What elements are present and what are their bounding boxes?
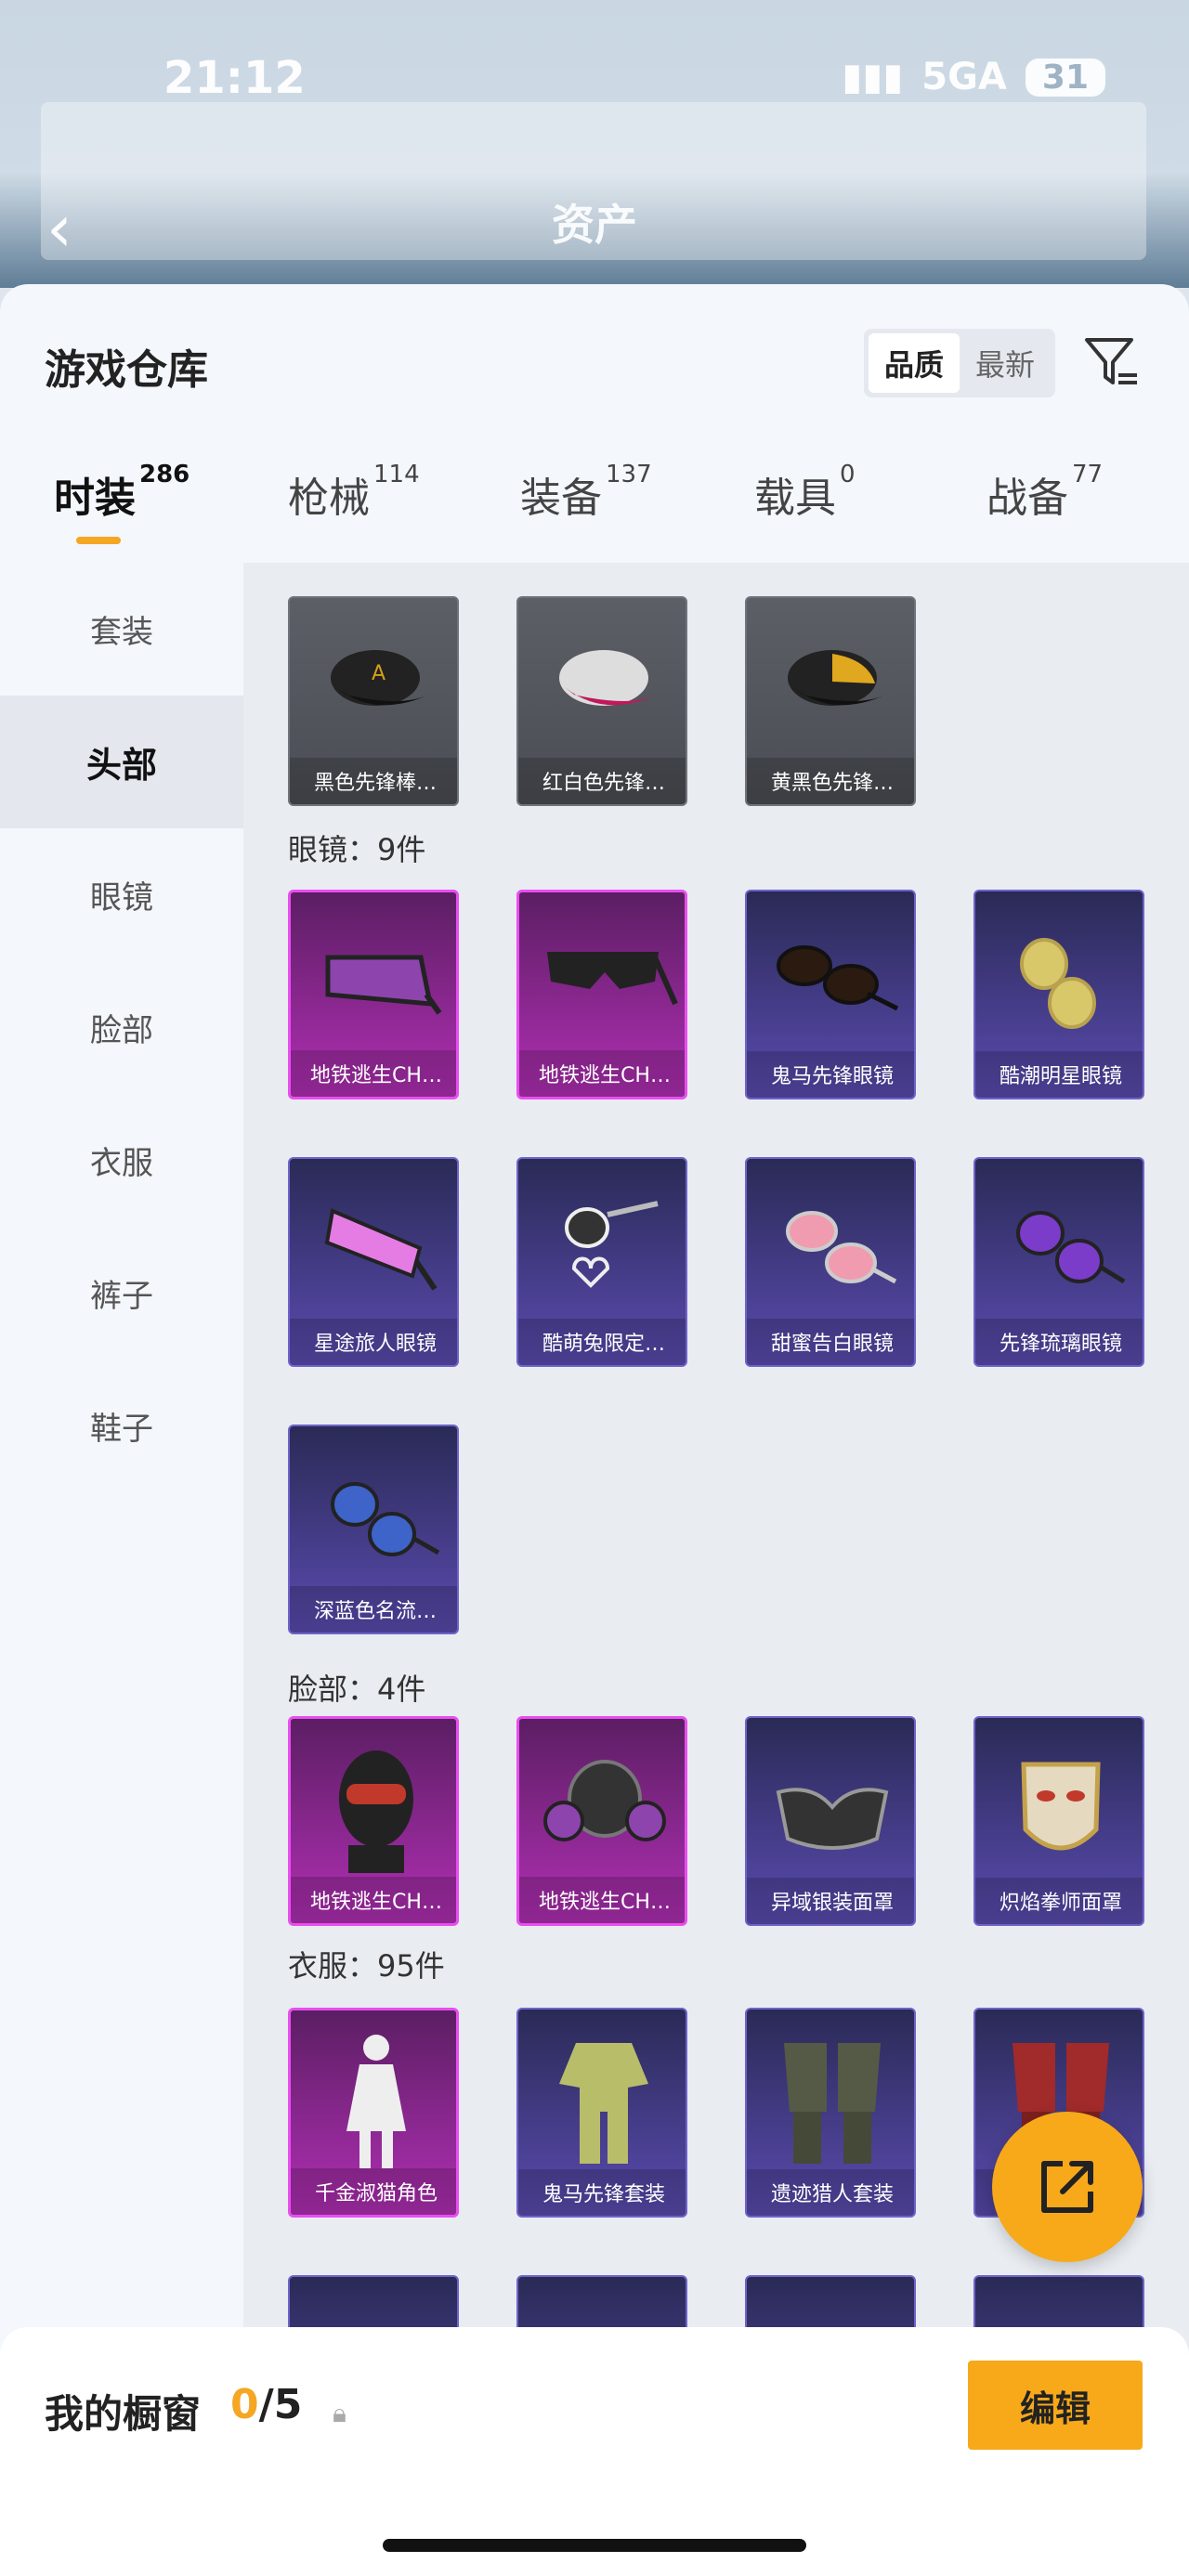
item-label: 炽焰拳师面罩	[975, 1878, 1143, 1924]
sidebar-item-pants[interactable]: 裤子	[0, 1227, 243, 1360]
item-card[interactable]: 酷萌兔限定…	[516, 1157, 687, 1367]
item-card[interactable]: 先锋琉璃眼镜	[973, 1157, 1144, 1367]
status-indicators: ▮▮▮ 5GA 31	[842, 56, 1105, 98]
sidebar-item-shoes[interactable]: 鞋子	[0, 1360, 243, 1492]
filter-icon[interactable]	[1081, 332, 1141, 392]
item-card[interactable]: 遗迹猎人套装	[745, 2008, 916, 2218]
item-label: 异域银装面罩	[747, 1878, 914, 1924]
tab-active-underline	[76, 537, 121, 544]
item-card[interactable]: 酷潮明星眼镜	[973, 890, 1144, 1099]
share-fab-button[interactable]	[992, 2112, 1143, 2262]
sidebar-item-suit[interactable]: 套装	[0, 563, 243, 696]
item-label: 鬼马先锋套装	[518, 2169, 686, 2216]
item-card[interactable]: 星途旅人眼镜	[288, 1157, 459, 1367]
sidebar-item-head[interactable]: 头部	[0, 696, 243, 828]
edit-button[interactable]: 编辑	[968, 2361, 1143, 2450]
sort-toggle: 品质 最新	[864, 329, 1055, 397]
showcase-count: 0/5	[230, 2381, 303, 2428]
home-indicator	[383, 2539, 806, 2552]
item-card[interactable]: 千金淑猫角色	[288, 2008, 459, 2218]
item-label: 红白色先锋…	[518, 758, 686, 804]
section-label-glasses: 眼镜：9件	[288, 832, 426, 867]
tab-equipment[interactable]: 装备 137	[520, 461, 652, 524]
item-card[interactable]: 炽焰拳师面罩	[973, 1716, 1144, 1926]
sort-newest-button[interactable]: 最新	[960, 333, 1051, 393]
share-external-icon	[1041, 2161, 1093, 2213]
lock-icon: 🔒︎	[333, 2398, 346, 2428]
item-card[interactable]: 红白色先锋…	[516, 596, 687, 806]
item-label: 黑色先锋棒…	[290, 758, 457, 804]
item-label: 深蓝色名流…	[290, 1586, 457, 1633]
nav-title: 资产	[552, 200, 637, 250]
section-label-face: 脸部：4件	[288, 1672, 426, 1707]
item-card[interactable]: 深蓝色名流…	[288, 1425, 459, 1634]
warehouse-title: 游戏仓库	[45, 346, 208, 394]
showcase-bar: 我的橱窗 0/5 🔒︎ 编辑	[0, 2327, 1189, 2576]
category-tabs: 时装 286 枪械 114 装备 137 载具 0 战备 77	[0, 461, 1189, 566]
network-label: 5GA	[921, 56, 1007, 98]
battery-icon: 31	[1025, 58, 1105, 97]
item-label: 鬼马先锋眼镜	[747, 1051, 914, 1098]
tab-supplies[interactable]: 战备 77	[986, 461, 1103, 524]
item-label: 地铁逃生CH…	[291, 1877, 456, 1923]
item-label: 千金淑猫角色	[291, 2168, 456, 2215]
item-card[interactable]: A 黑色先锋棒…	[288, 596, 459, 806]
item-card[interactable]: 鬼马先锋套装	[516, 2008, 687, 2218]
status-time: 21:12	[163, 52, 306, 104]
tab-fashion[interactable]: 时装 286	[54, 461, 189, 524]
item-card[interactable]: 地铁逃生CH…	[516, 1716, 687, 1926]
sidebar: 套装 头部 眼镜 脸部 衣服 裤子 鞋子	[0, 563, 243, 2576]
item-label: 酷潮明星眼镜	[975, 1051, 1143, 1098]
item-label: 甜蜜告白眼镜	[747, 1319, 914, 1365]
svg-text:A: A	[372, 662, 385, 685]
item-card[interactable]: 地铁逃生CH…	[288, 890, 459, 1099]
sidebar-item-glasses[interactable]: 眼镜	[0, 828, 243, 961]
item-card[interactable]: 鬼马先锋眼镜	[745, 890, 916, 1099]
item-card[interactable]: 地铁逃生CH…	[516, 890, 687, 1099]
sidebar-item-clothes[interactable]: 衣服	[0, 1094, 243, 1227]
section-label-clothes: 衣服：95件	[288, 1948, 445, 1984]
item-card[interactable]: 地铁逃生CH…	[288, 1716, 459, 1926]
item-label: 酷萌兔限定…	[518, 1319, 686, 1365]
sidebar-item-face[interactable]: 脸部	[0, 961, 243, 1094]
item-label: 地铁逃生CH…	[291, 1050, 456, 1097]
item-label: 黄黑色先锋…	[747, 758, 914, 804]
tab-vehicles[interactable]: 载具 0	[754, 461, 856, 524]
item-label: 先锋琉璃眼镜	[975, 1319, 1143, 1365]
item-card[interactable]: 黄黑色先锋…	[745, 596, 916, 806]
item-card[interactable]: 异域银装面罩	[745, 1716, 916, 1926]
item-label: 遗迹猎人套装	[747, 2169, 914, 2216]
top-header: 21:12 ▮▮▮ 5GA 31 ‹ 资产	[0, 0, 1189, 288]
item-label: 地铁逃生CH…	[519, 1877, 685, 1923]
item-grid: A 黑色先锋棒… 红白色先锋… 黄黑色先锋… 眼镜：9件 地铁逃生CH… 地铁逃…	[243, 563, 1189, 2576]
item-label: 星途旅人眼镜	[290, 1319, 457, 1365]
signal-icon: ▮▮▮	[842, 56, 904, 98]
showcase-label: 我的橱窗	[45, 2391, 202, 2437]
item-label: 地铁逃生CH…	[519, 1050, 685, 1097]
item-card[interactable]: 甜蜜告白眼镜	[745, 1157, 916, 1367]
sort-quality-button[interactable]: 品质	[869, 333, 960, 393]
tab-guns[interactable]: 枪械 114	[288, 461, 420, 524]
